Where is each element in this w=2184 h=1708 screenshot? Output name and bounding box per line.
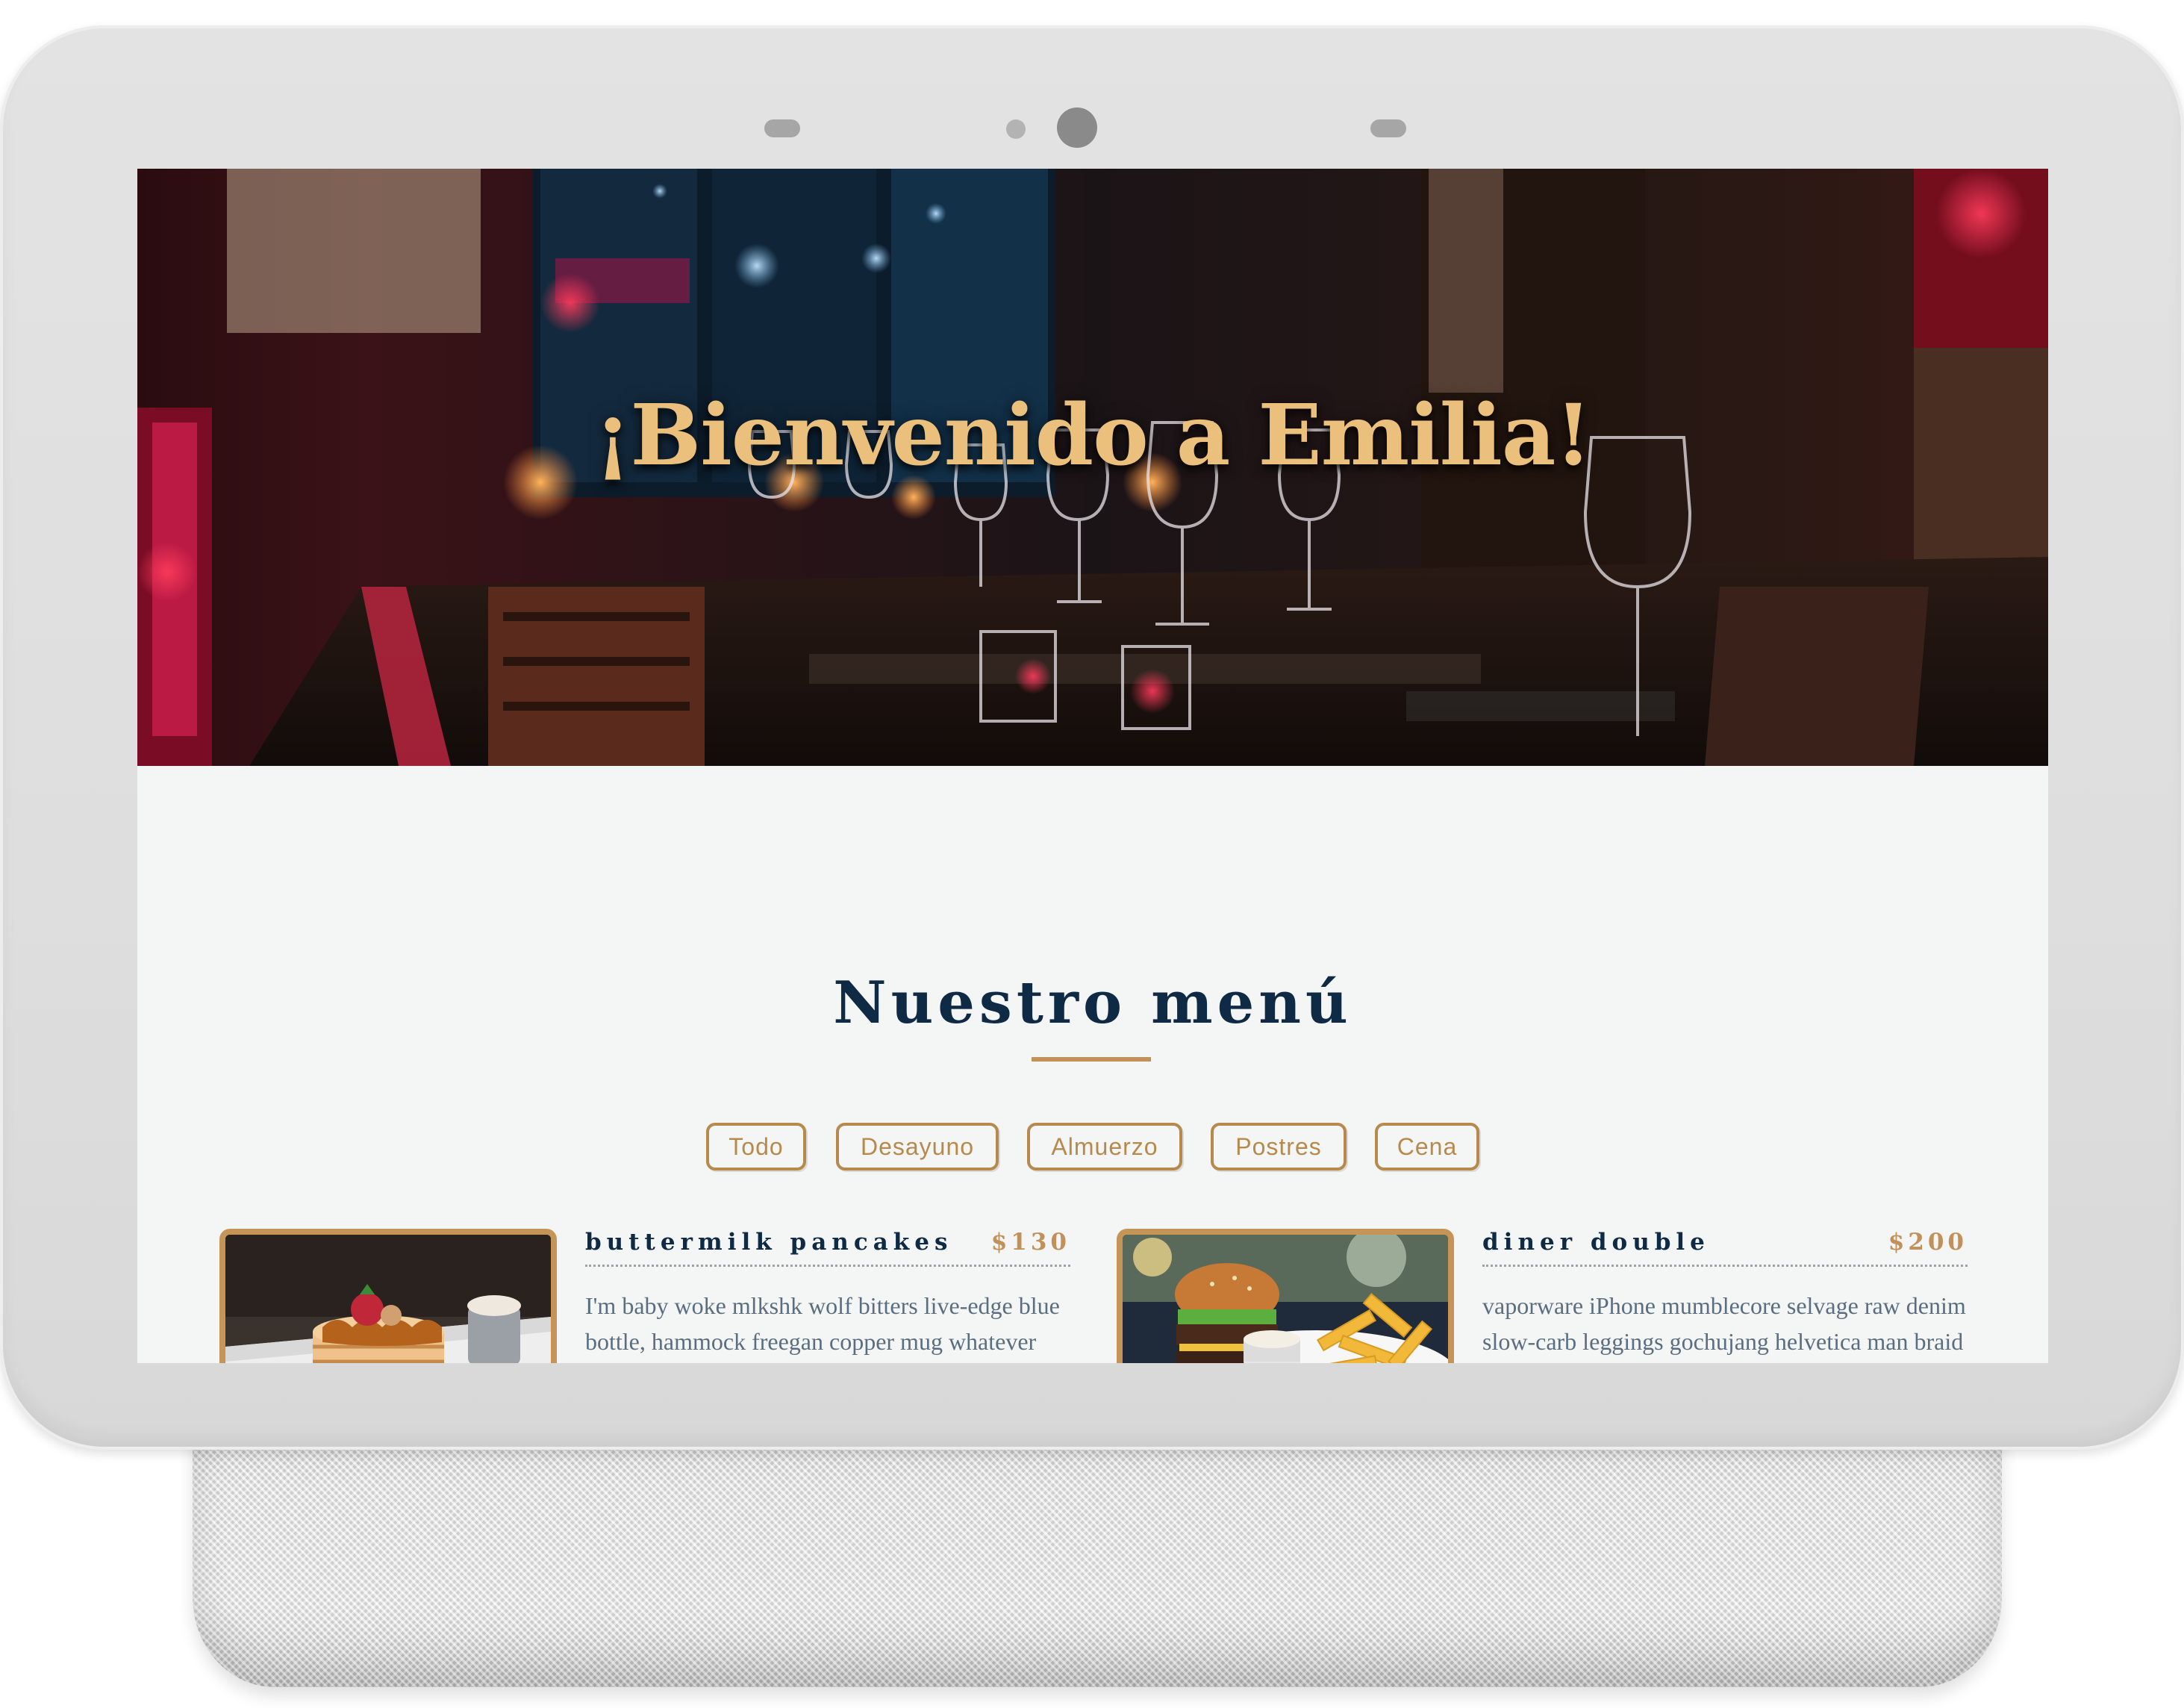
menu-item-header: diner double $200 bbox=[1482, 1229, 1968, 1267]
category-filters: Todo Desayuno Almuerzo Postres Cena bbox=[137, 1123, 2048, 1174]
hero-banner: ¡Bienvenido a Emilia! bbox=[137, 169, 2048, 766]
filter-button-desayuno[interactable]: Desayuno bbox=[836, 1123, 999, 1171]
menu-item-price: $130 bbox=[990, 1229, 1070, 1256]
pancakes-photo bbox=[219, 1229, 557, 1363]
title-underline bbox=[1032, 1057, 1151, 1062]
filter-button-todo[interactable]: Todo bbox=[706, 1123, 806, 1171]
speaker-base bbox=[193, 1418, 2002, 1687]
menu-item-description: I'm baby woke mlkshk wolf bitters live-e… bbox=[585, 1292, 1060, 1355]
microphone-icon bbox=[1370, 119, 1406, 137]
screen: ¡Bienvenido a Emilia! Nuestro menú Todo … bbox=[137, 169, 2048, 1363]
filter-button-almuerzo[interactable]: Almuerzo bbox=[1027, 1123, 1182, 1171]
pancakes-image bbox=[225, 1235, 551, 1363]
menu-item: buttermilk pancakes $130 I'm baby woke m… bbox=[219, 1229, 1078, 1363]
menu-item-name: diner double bbox=[1482, 1229, 1710, 1256]
menu-item-header: buttermilk pancakes $130 bbox=[585, 1229, 1070, 1267]
display-frame: ¡Bienvenido a Emilia! Nuestro menú Todo … bbox=[0, 25, 2184, 1450]
menu-title: Nuestro menú bbox=[833, 969, 1352, 1037]
hero-title: ¡Bienvenido a Emilia! bbox=[594, 387, 1591, 484]
light-sensor-icon bbox=[1006, 119, 1026, 139]
burger-photo bbox=[1117, 1229, 1454, 1363]
filter-button-cena[interactable]: Cena bbox=[1375, 1123, 1479, 1171]
device-mockup: ¡Bienvenido a Emilia! Nuestro menú Todo … bbox=[0, 0, 2184, 1708]
burger-image bbox=[1123, 1235, 1448, 1363]
menu-item-price: $200 bbox=[1888, 1229, 1968, 1256]
menu-item-description: vaporware iPhone mumblecore selvage raw … bbox=[1482, 1292, 1966, 1355]
microphone-icon bbox=[764, 119, 800, 137]
menu-item: diner double $200 vaporware iPhone mumbl… bbox=[1117, 1229, 1975, 1363]
filter-button-postres[interactable]: Postres bbox=[1211, 1123, 1347, 1171]
camera-icon bbox=[1057, 107, 1097, 148]
menu-item-name: buttermilk pancakes bbox=[585, 1229, 953, 1256]
menu-item-info: buttermilk pancakes $130 I'm baby woke m… bbox=[585, 1229, 1070, 1363]
menu-item-info: diner double $200 vaporware iPhone mumbl… bbox=[1482, 1229, 1968, 1363]
